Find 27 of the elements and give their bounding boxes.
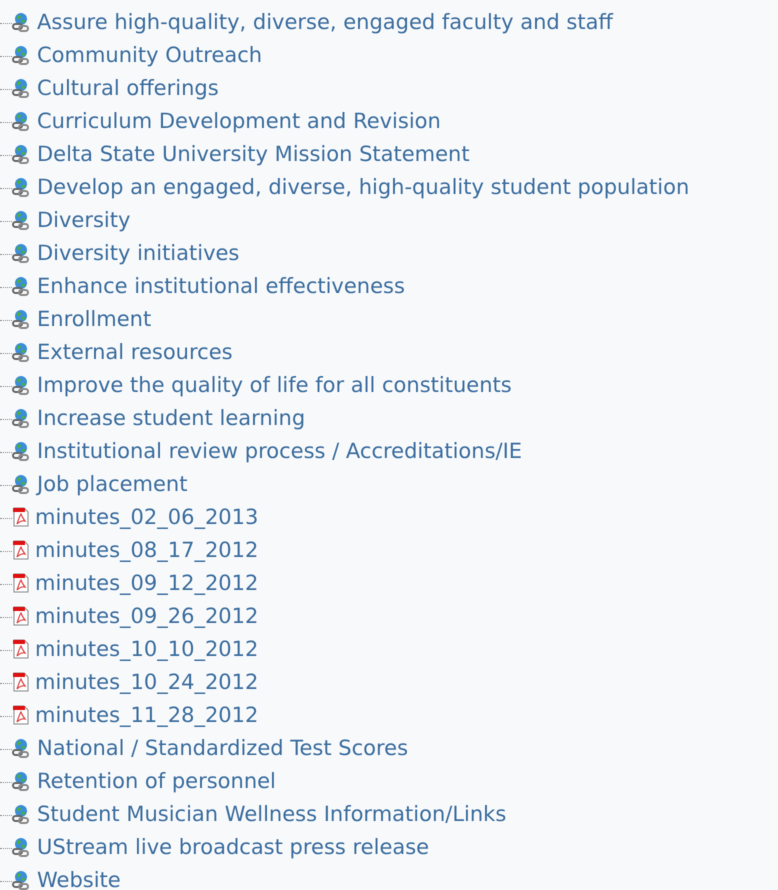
tree-link[interactable]: Curriculum Development and Revision xyxy=(37,108,441,134)
pdf-link[interactable]: minutes_08_17_2012 xyxy=(35,536,258,562)
tree-link[interactable]: Cultural offerings xyxy=(37,74,219,100)
tree-link[interactable]: Website xyxy=(37,866,121,890)
tree-link[interactable]: Job placement xyxy=(37,470,188,496)
pdf-link[interactable]: minutes_09_26_2012 xyxy=(35,602,258,628)
tree-link[interactable]: Enrollment xyxy=(37,306,152,332)
tree-link[interactable]: Improve the quality of life for all constituents xyxy=(37,372,512,398)
tree-link[interactable]: Retention of personnel xyxy=(37,768,276,794)
tree-link[interactable]: Diversity initiatives xyxy=(37,240,240,266)
tree-link[interactable]: External resources xyxy=(37,338,233,364)
pdf-link[interactable]: minutes_10_10_2012 xyxy=(35,636,258,662)
tree-link[interactable]: Enhance institutional effectiveness xyxy=(37,272,405,298)
tree-link[interactable]: Community Outreach xyxy=(37,42,262,68)
tree-link[interactable]: Increase student learning xyxy=(37,404,306,430)
pdf-link[interactable]: minutes_02_06_2013 xyxy=(35,504,258,530)
tree-link[interactable]: National / Standardized Test Scores xyxy=(37,734,408,760)
pdf-link[interactable]: minutes_09_12_2012 xyxy=(35,570,258,596)
tree-link[interactable]: UStream live broadcast press release xyxy=(37,834,430,860)
tree-link[interactable]: Develop an engaged, diverse, high-quality student population xyxy=(37,174,690,200)
pdf-link[interactable]: minutes_11_28_2012 xyxy=(35,702,258,728)
tree-link[interactable]: Student Musician Wellness Information/Links xyxy=(37,800,506,826)
tree-link[interactable]: Institutional review process / Accreditations/IE xyxy=(37,438,522,464)
tree-link[interactable]: Delta State University Mission Statement xyxy=(37,140,470,166)
pdf-link[interactable]: minutes_10_24_2012 xyxy=(35,668,258,694)
tree-link[interactable]: Assure high-quality, diverse, engaged faculty and staff xyxy=(37,8,613,34)
tree-link[interactable]: Diversity xyxy=(37,206,130,232)
